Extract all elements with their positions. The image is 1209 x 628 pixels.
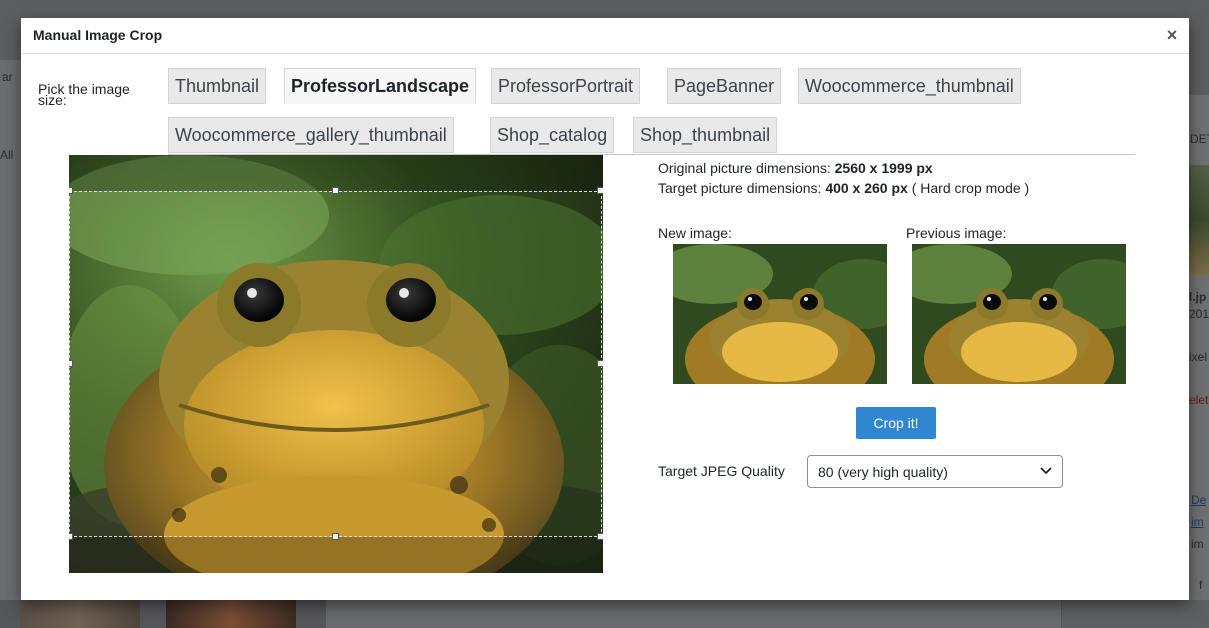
- crop-handle-n[interactable]: [332, 187, 339, 194]
- backdrop-media-item: [20, 600, 140, 628]
- tab-shop-thumbnail[interactable]: Shop_thumbnail: [633, 117, 778, 153]
- crop-it-button[interactable]: Crop it!: [856, 407, 936, 439]
- chevron-down-icon: [1040, 467, 1052, 475]
- backdrop-text: ar: [2, 70, 13, 84]
- crop-mask-top: [69, 155, 603, 191]
- crop-selection[interactable]: [69, 191, 602, 537]
- backdrop-attachment-thumbnail: [1188, 165, 1209, 275]
- backdrop-text: im: [1191, 515, 1204, 529]
- backdrop-text: l.jp: [1189, 290, 1207, 304]
- new-image-label: New image:: [658, 225, 732, 241]
- tab-professor-portrait[interactable]: ProfessorPortrait: [491, 68, 641, 104]
- new-image-preview: [673, 244, 887, 384]
- size-picker-label: Pick the image size:: [38, 81, 130, 108]
- backdrop-text: DET: [1190, 132, 1209, 146]
- crop-mode: ( Hard crop mode ): [911, 180, 1030, 196]
- jpeg-quality-select[interactable]: 80 (very high quality): [807, 455, 1063, 488]
- backdrop-media-item: [326, 600, 1061, 628]
- crop-handle-s[interactable]: [332, 533, 339, 540]
- backdrop-text: im: [1191, 537, 1204, 551]
- modal-header: Manual Image Crop ×: [21, 18, 1189, 54]
- previous-image-preview: [912, 244, 1126, 384]
- previous-image-label: Previous image:: [906, 225, 1007, 241]
- backdrop-text: f: [1199, 578, 1203, 592]
- jpeg-quality-value: 80 (very high quality): [818, 464, 948, 480]
- modal-title: Manual Image Crop: [33, 27, 163, 43]
- backdrop-media-item: [166, 600, 296, 628]
- tab-woocommerce-gallery-thumbnail[interactable]: Woocommerce_gallery_thumbnail: [168, 117, 454, 153]
- target-dimensions-label: Target picture dimensions:: [658, 180, 822, 196]
- jpeg-quality-label: Target JPEG Quality: [658, 463, 785, 479]
- backdrop-text: elet: [1189, 393, 1209, 407]
- tab-professor-landscape[interactable]: ProfessorLandscape: [284, 68, 477, 104]
- original-dimensions: Original picture dimensions: 2560 x 1999…: [658, 160, 933, 176]
- target-dimensions: Target picture dimensions: 400 x 260 px …: [658, 180, 1029, 196]
- new-image-thumbnail: [673, 244, 887, 384]
- crop-handle-se[interactable]: [597, 533, 603, 540]
- crop-handle-w[interactable]: [69, 360, 73, 367]
- crop-mask-bottom: [69, 537, 603, 573]
- tab-woocommerce-thumbnail[interactable]: Woocommerce_thumbnail: [798, 68, 1021, 104]
- crop-editor[interactable]: [69, 155, 603, 573]
- backdrop-text: All: [0, 148, 14, 162]
- close-icon[interactable]: ×: [1161, 24, 1183, 46]
- backdrop-text: ixel: [1189, 350, 1208, 364]
- original-dimensions-value: 2560 x 1999 px: [834, 160, 933, 176]
- previous-image-thumbnail: [912, 244, 1126, 384]
- tab-thumbnail[interactable]: Thumbnail: [168, 68, 267, 104]
- backdrop-text: De: [1191, 493, 1207, 507]
- crop-handle-ne[interactable]: [597, 187, 603, 194]
- crop-handle-sw[interactable]: [69, 533, 73, 540]
- backdrop-media-item: [1062, 600, 1209, 628]
- tab-page-banner[interactable]: PageBanner: [667, 68, 782, 104]
- original-dimensions-label: Original picture dimensions:: [658, 160, 831, 176]
- target-dimensions-value: 400 x 260 px: [825, 180, 908, 196]
- crop-handle-nw[interactable]: [69, 187, 73, 194]
- backdrop-text: 201: [1189, 307, 1209, 321]
- tab-shop-catalog[interactable]: Shop_catalog: [490, 117, 615, 153]
- crop-handle-e[interactable]: [597, 360, 603, 367]
